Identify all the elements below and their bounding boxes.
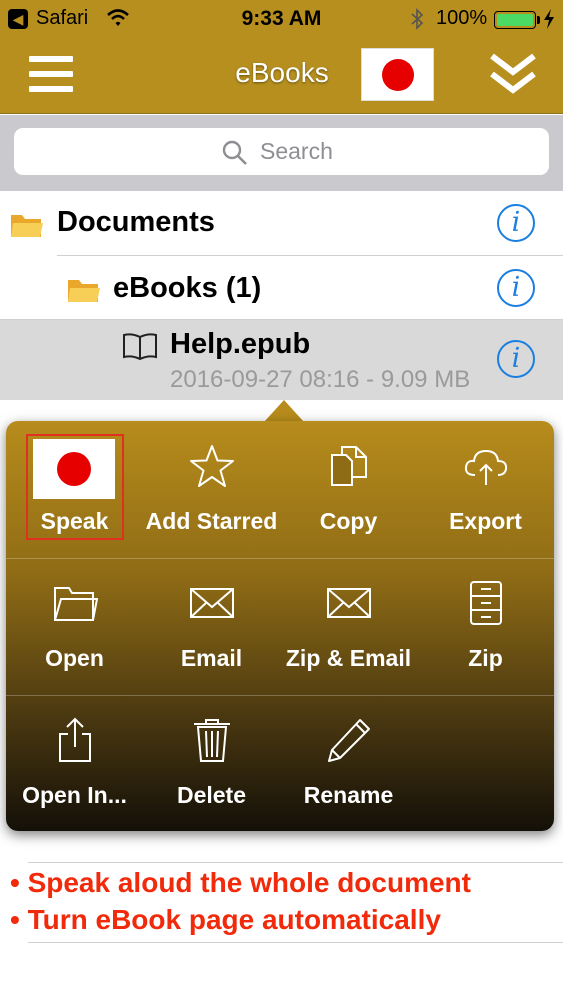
action-label: Zip & Email [285, 645, 412, 671]
action-label: Open [45, 645, 104, 671]
star-icon [190, 445, 234, 487]
action-label: Add Starred [145, 508, 278, 534]
popover-arrow [264, 400, 304, 422]
envelope-icon [327, 588, 371, 618]
file-cabinet-icon [470, 581, 502, 625]
double-chevron-down-icon[interactable] [488, 52, 538, 98]
file-name: Help.epub [170, 328, 311, 360]
open-button[interactable]: Open [6, 558, 143, 695]
navigation-bar: eBooks [0, 38, 563, 114]
envelope-icon [190, 588, 234, 618]
zip-button[interactable]: Zip [417, 558, 554, 695]
flag-japan-icon [33, 439, 115, 499]
charging-icon [544, 9, 554, 29]
status-bar: ◀ Safari 9:33 AM 100% [0, 0, 563, 38]
nav-title: eBooks [235, 57, 329, 88]
flag-japan-icon[interactable] [361, 48, 434, 101]
open-in-button[interactable]: Open In... [6, 695, 143, 831]
action-label: Speak [40, 508, 109, 534]
feature-caption: • Turn eBook page automatically [10, 904, 441, 935]
folder-open-icon [54, 587, 98, 621]
info-icon[interactable]: i [497, 204, 535, 242]
action-label: Email [180, 645, 243, 671]
list-item-label: Documents [57, 206, 215, 238]
rename-button[interactable]: Rename [280, 695, 417, 831]
feature-caption: • Speak aloud the whole document [10, 867, 471, 898]
add-starred-button[interactable]: Add Starred [143, 421, 280, 558]
action-label: Copy [319, 508, 378, 534]
action-label: Rename [303, 782, 394, 808]
divider [28, 862, 563, 863]
battery-tip [537, 16, 540, 24]
divider [28, 942, 563, 943]
menu-icon[interactable] [29, 56, 73, 92]
folder-icon [11, 215, 43, 237]
pencil-icon [328, 719, 370, 762]
search-area: Search [0, 115, 563, 191]
copy-icon [331, 446, 367, 486]
share-icon [59, 717, 91, 762]
list-item-label: eBooks (1) [113, 272, 262, 304]
speak-button[interactable]: Speak [6, 421, 143, 558]
search-input[interactable]: Search [14, 128, 549, 175]
folder-icon [68, 280, 100, 302]
copy-button[interactable]: Copy [280, 421, 417, 558]
search-icon [222, 140, 247, 165]
bluetooth-icon [411, 8, 424, 30]
search-placeholder: Search [260, 138, 333, 164]
list-item-documents[interactable]: Documents i [0, 191, 563, 256]
trash-icon [194, 719, 230, 762]
list-item-ebooks-folder[interactable]: eBooks (1) i [0, 256, 563, 320]
battery-percent: 100% [436, 7, 488, 29]
zip-email-button[interactable]: Zip & Email [280, 558, 417, 695]
action-popover: Speak Add Starred Copy Export Open Email… [6, 421, 554, 831]
delete-button[interactable]: Delete [143, 695, 280, 831]
cloud-upload-icon [464, 449, 508, 485]
battery-icon [494, 11, 536, 29]
book-icon [123, 333, 157, 360]
email-button[interactable]: Email [143, 558, 280, 695]
action-label: Export [449, 508, 522, 534]
file-meta: 2016-09-27 08:16 - 9.09 MB [170, 366, 471, 393]
export-button[interactable]: Export [417, 421, 554, 558]
action-label: Zip [468, 645, 503, 671]
action-label: Open In... [22, 782, 127, 808]
info-icon[interactable]: i [497, 340, 535, 378]
info-icon[interactable]: i [497, 269, 535, 307]
list-item-help-epub[interactable]: Help.epub 2016-09-27 08:16 - 9.09 MB i [0, 320, 563, 400]
action-label: Delete [176, 782, 247, 808]
